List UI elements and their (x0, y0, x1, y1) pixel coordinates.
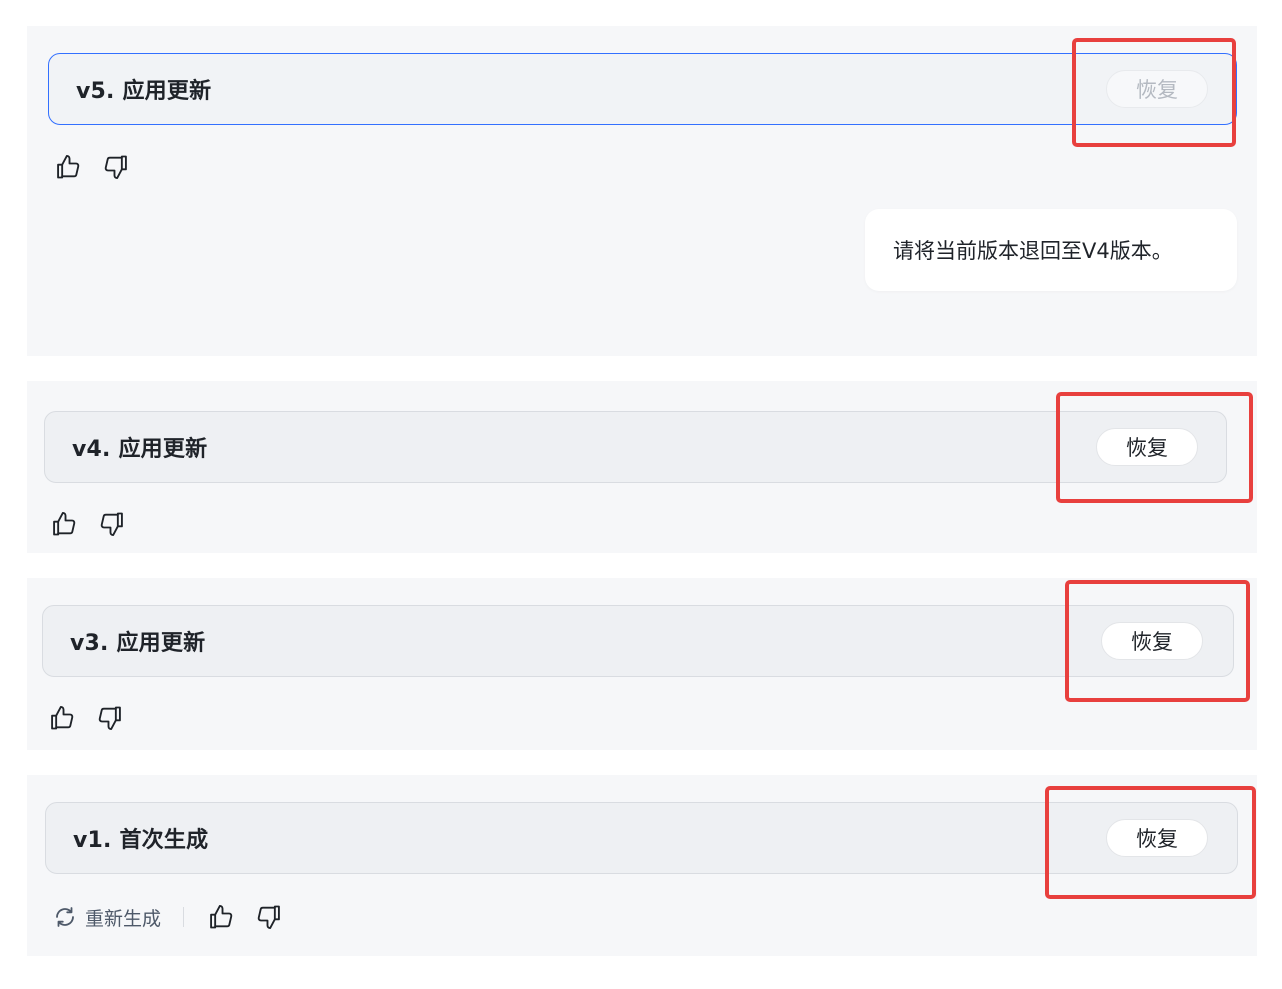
version-panel-v4: v4. 应用更新 恢复 (27, 381, 1257, 553)
regenerate-button[interactable]: 重新生成 (53, 904, 161, 931)
thumbs-down-icon[interactable] (254, 902, 284, 932)
restore-button-v5[interactable]: 恢复 (1106, 70, 1208, 108)
version-bar-v4[interactable]: v4. 应用更新 恢复 (44, 411, 1227, 483)
thumbs-down-icon[interactable] (95, 703, 125, 733)
thumbs-down-icon[interactable] (97, 509, 127, 539)
user-message-bubble: 请将当前版本退回至V4版本。 (865, 209, 1237, 291)
feedback-bar-v1: 重新生成 (53, 902, 302, 932)
version-label: v5. 应用更新 (76, 79, 212, 104)
version-label: v3. 应用更新 (70, 631, 206, 656)
version-label: v1. 首次生成 (73, 828, 209, 853)
feedback-bar-v3 (47, 703, 143, 733)
restore-button-v1[interactable]: 恢复 (1106, 819, 1208, 857)
version-label: v4. 应用更新 (72, 437, 208, 462)
thumbs-up-icon[interactable] (47, 703, 77, 733)
thumbs-up-icon[interactable] (53, 152, 83, 182)
refresh-icon (56, 907, 74, 927)
divider (183, 907, 185, 927)
regenerate-label: 重新生成 (85, 907, 162, 930)
feedback-bar-v4 (49, 509, 145, 539)
version-panel-v1: v1. 首次生成 恢复 重新生成 (27, 775, 1257, 956)
version-bar-v1[interactable]: v1. 首次生成 恢复 (45, 802, 1238, 874)
feedback-bar-v5 (53, 152, 149, 182)
restore-button-v3[interactable]: 恢复 (1101, 622, 1203, 660)
thumbs-up-icon[interactable] (206, 902, 236, 932)
restore-button-v4[interactable]: 恢复 (1096, 428, 1198, 466)
version-bar-v5[interactable]: v5. 应用更新 恢复 (48, 53, 1237, 125)
version-panel-v5: v5. 应用更新 恢复 请将当前版本退回至V4版本。 (27, 26, 1257, 356)
thumbs-down-icon[interactable] (101, 152, 131, 182)
version-bar-v3[interactable]: v3. 应用更新 恢复 (42, 605, 1234, 677)
version-panel-v3: v3. 应用更新 恢复 (27, 578, 1257, 750)
thumbs-up-icon[interactable] (49, 509, 79, 539)
